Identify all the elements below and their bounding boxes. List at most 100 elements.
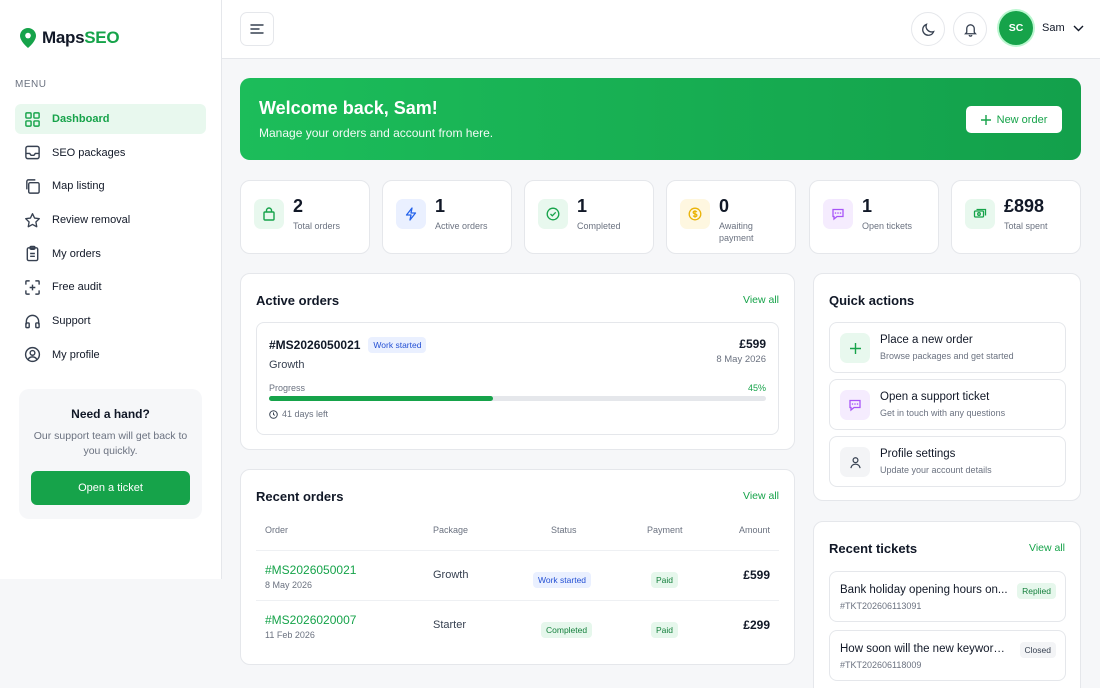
status-badge: Work started: [368, 337, 427, 353]
days-left: 41 days left: [269, 409, 328, 419]
new-order-button[interactable]: New order: [966, 106, 1062, 133]
section-title: Recent tickets: [829, 541, 918, 556]
theme-toggle-button[interactable]: [911, 12, 945, 46]
sidebar-item-label: Support: [52, 315, 91, 328]
menu-toggle-button[interactable]: [240, 12, 274, 46]
column-header-order: Order: [265, 525, 289, 535]
stat-label: Total orders: [293, 221, 341, 231]
coin-icon: [688, 207, 702, 221]
stat-icon-wrap: [254, 199, 284, 229]
user-name: Sam: [1042, 22, 1065, 34]
sidebar-item-free-audit[interactable]: Free audit: [15, 272, 206, 302]
quick-action-support-ticket[interactable]: Open a support ticket Get in touch with …: [829, 379, 1066, 430]
stat-value: 0: [719, 196, 730, 216]
stat-label: Awaiting payment: [719, 221, 754, 243]
order-package: Growth: [433, 569, 469, 581]
notifications-button[interactable]: [953, 12, 987, 46]
quick-actions-card: Quick actions Place a new order Browse p…: [813, 273, 1081, 501]
bag-icon: [263, 207, 275, 221]
sidebar-item-support[interactable]: Support: [15, 306, 206, 336]
bell-icon: [963, 23, 977, 37]
lightning-icon: [405, 207, 417, 221]
order-date: 8 May 2026: [716, 354, 766, 365]
active-orders-view-all-link[interactable]: View all: [743, 294, 779, 306]
stat-card-completed: 1 Completed: [524, 180, 654, 254]
sidebar-item-my-profile[interactable]: My profile: [15, 340, 206, 370]
moon-icon: [921, 22, 935, 36]
order-amount: £599: [743, 568, 770, 582]
user-menu[interactable]: Sam: [1042, 22, 1084, 34]
stat-icon-wrap: [965, 199, 995, 229]
stat-card-active-orders: 1 Active orders: [382, 180, 512, 254]
recent-tickets-view-all-link[interactable]: View all: [1029, 542, 1065, 554]
scan-plus-icon: [25, 280, 40, 295]
ticket-title: Bank holiday opening hours on...: [840, 584, 1008, 596]
quick-action-icon-wrap: [840, 333, 870, 363]
help-card: Need a hand? Our support team will get b…: [19, 389, 202, 519]
sidebar-item-map-listing[interactable]: Map listing: [15, 171, 206, 201]
plus-icon: [980, 114, 991, 125]
sidebar-item-label: Review removal: [52, 214, 131, 227]
open-ticket-button[interactable]: Open a ticket: [31, 471, 190, 505]
ticket-item[interactable]: Bank holiday opening hours on... #TKT202…: [829, 571, 1066, 622]
sidebar-item-seo-packages[interactable]: SEO packages: [15, 138, 206, 168]
stat-icon-wrap: [680, 199, 710, 229]
welcome-subtitle: Manage your orders and account from here…: [259, 126, 494, 140]
star-icon: [25, 212, 40, 227]
stat-card-awaiting-payment: 0 Awaiting payment: [666, 180, 796, 254]
welcome-title: Welcome back, Sam!: [259, 98, 438, 118]
stat-value: £898: [1004, 196, 1045, 216]
order-date: 8 May 2026: [265, 580, 313, 590]
ticket-item[interactable]: How soon will the new keywords... #TKT20…: [829, 630, 1066, 681]
plus-icon: [849, 342, 861, 354]
sidebar-item-label: SEO packages: [52, 146, 126, 159]
recent-tickets-card: Recent tickets View all Bank holiday ope…: [813, 521, 1081, 688]
payment-badge: Paid: [651, 572, 679, 588]
status-badge: Work started: [533, 572, 592, 588]
brand-maps: Maps: [42, 28, 85, 47]
sidebar: MapsSEO MENU Dashboard SEO packages Map …: [0, 0, 222, 579]
section-title: Recent orders: [256, 489, 344, 504]
quick-action-subtitle: Browse packages and get started: [880, 351, 1014, 361]
table-row[interactable]: #MS2026020007 11 Feb 2026 Starter Comple…: [256, 600, 779, 650]
quick-action-title: Open a support ticket: [880, 391, 990, 403]
order-id-link[interactable]: #MS2026050021: [265, 563, 356, 577]
active-order-item[interactable]: #MS2026050021 Work started Growth £599 8…: [256, 322, 779, 435]
ticket-status-badge: Replied: [1017, 583, 1056, 599]
sidebar-item-label: Free audit: [52, 281, 102, 294]
headphones-icon: [25, 314, 40, 328]
menu-icon: [250, 24, 264, 34]
table-row[interactable]: #MS2026050021 8 May 2026 Growth Work sta…: [256, 550, 779, 600]
progress-fill: [269, 396, 493, 401]
order-id-link[interactable]: #MS2026020007: [265, 613, 356, 627]
inbox-icon: [25, 145, 40, 160]
stat-icon-wrap: [538, 199, 568, 229]
sidebar-item-label: My profile: [52, 348, 100, 361]
avatar[interactable]: SC: [999, 11, 1033, 45]
stat-label: Completed: [577, 221, 621, 231]
help-title: Need a hand?: [71, 407, 150, 421]
ticket-title: How soon will the new keywords...: [840, 643, 1010, 655]
order-date: 11 Feb 2026: [265, 630, 315, 640]
quick-action-profile-settings[interactable]: Profile settings Update your account det…: [829, 436, 1066, 487]
recent-orders-view-all-link[interactable]: View all: [743, 490, 779, 502]
stat-value: 2: [293, 196, 304, 216]
message-icon: [849, 399, 861, 412]
status-badge: Completed: [541, 622, 593, 638]
sidebar-item-label: Map listing: [52, 180, 105, 193]
sidebar-item-my-orders[interactable]: My orders: [15, 239, 206, 269]
stat-value: 1: [862, 196, 873, 216]
stat-icon-wrap: [823, 199, 853, 229]
menu-label: MENU: [15, 79, 47, 90]
stat-value: 1: [435, 196, 446, 216]
quick-action-new-order[interactable]: Place a new order Browse packages and ge…: [829, 322, 1066, 373]
ticket-status-badge: Closed: [1019, 642, 1056, 658]
sidebar-item-review-removal[interactable]: Review removal: [15, 205, 206, 235]
sidebar-nav: Dashboard SEO packages Map listing Revie…: [15, 104, 206, 374]
ticket-number: #TKT202606118009: [840, 660, 922, 670]
brand-seo: SEO: [84, 28, 120, 47]
brand-logo[interactable]: MapsSEO: [20, 28, 120, 48]
column-header-package: Package: [433, 525, 469, 535]
sidebar-item-dashboard[interactable]: Dashboard: [15, 104, 206, 134]
stat-card-total-spent: £898 Total spent: [951, 180, 1081, 254]
